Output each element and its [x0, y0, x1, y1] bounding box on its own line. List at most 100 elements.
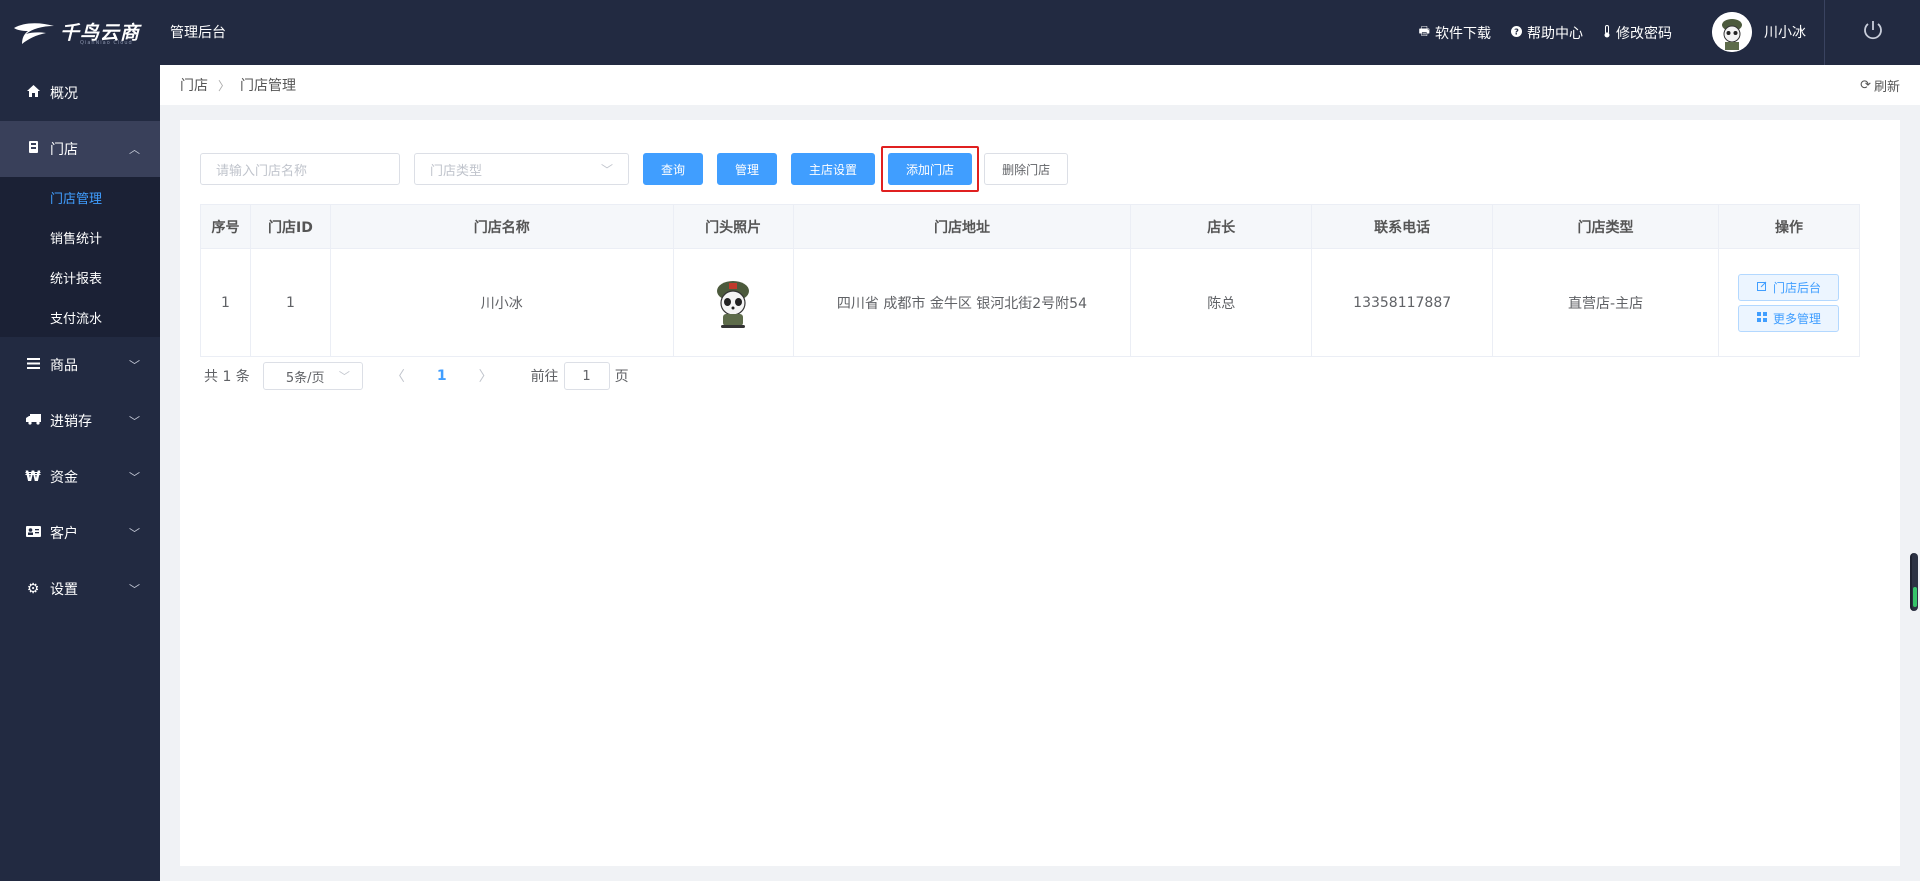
refresh-icon: ⟳	[1860, 78, 1871, 93]
toolbar: 请输入门店名称 门店类型 ﹀ 查询 管理 主店设置 添加门店 删除门店	[200, 146, 1069, 192]
refresh-button[interactable]: ⟳ 刷新	[1860, 76, 1900, 95]
store-table: 序号 门店ID 门店名称 门头照片 门店地址 店长 联系电话 门店类型 操作 1…	[200, 204, 1861, 357]
goto-page-input[interactable]: 1	[563, 362, 610, 390]
goto-prefix: 前往	[530, 369, 559, 385]
chevron-down-icon: ﹀	[338, 370, 350, 383]
id-card-icon	[24, 525, 42, 541]
sidebar-item-overview[interactable]: 概况	[0, 65, 160, 121]
prev-page-button[interactable]: 〈	[391, 366, 405, 386]
store-icon	[24, 140, 42, 158]
top-header: 千鸟云商 QianNiao Cloud 管理后台 🖶 软件下载 ? 帮助中心 修…	[0, 0, 1920, 65]
change-password-link[interactable]: 修改密码	[1603, 22, 1672, 43]
col-actions: 操作	[1717, 204, 1861, 249]
store-photo	[717, 280, 750, 328]
refresh-label: 刷新	[1873, 80, 1900, 95]
search-placeholder: 请输入门店名称	[216, 163, 308, 179]
user-name: 川小冰	[1764, 25, 1806, 41]
sidebar-item-funds[interactable]: ₩ 资金 ﹀	[0, 449, 160, 505]
sidebar-item-customers[interactable]: 客户 ﹀	[0, 505, 160, 561]
cell-store-id: 1	[249, 248, 331, 357]
breadcrumb: 门店 〉 门店管理 ⟳ 刷新	[160, 65, 1920, 105]
highlight-box: 添加门店	[881, 146, 980, 192]
grid-icon	[1756, 311, 1767, 325]
main-panel: 请输入门店名称 门店类型 ﹀ 查询 管理 主店设置 添加门店 删除门店 序号 门…	[180, 120, 1900, 866]
query-button[interactable]: 查询	[643, 153, 704, 185]
user-menu[interactable]: 川小冰	[1712, 12, 1806, 52]
avatar	[1712, 12, 1752, 52]
cell-store-photo	[672, 248, 794, 357]
help-center-label: 帮助中心	[1527, 25, 1583, 42]
main-store-settings-button[interactable]: 主店设置	[791, 153, 876, 185]
cell-manager: 陈总	[1130, 248, 1313, 357]
chevron-down-icon: ﹀	[129, 527, 140, 540]
store-submenu: 门店管理 销售统计 统计报表 支付流水	[0, 177, 160, 337]
col-store-id: 门店ID	[249, 204, 331, 249]
sidebar-item-settings[interactable]: ⚙ 设置 ﹀	[0, 561, 160, 617]
manage-button[interactable]: 管理	[717, 153, 778, 185]
chevron-right-icon: 〉	[478, 369, 493, 385]
brand-subtitle: QianNiao Cloud	[80, 40, 133, 46]
add-store-button[interactable]: 添加门店	[888, 153, 973, 185]
table-header-row: 序号 门店ID 门店名称 门头照片 门店地址 店长 联系电话 门店类型 操作	[200, 204, 1861, 249]
page-size-select[interactable]: 5条/页 ﹀	[262, 362, 363, 390]
chevron-down-icon: ﹀	[600, 162, 613, 177]
header-title: 管理后台	[170, 25, 226, 41]
col-store-photo: 门头照片	[672, 204, 794, 249]
sidebar-subitem-store-management[interactable]: 门店管理	[0, 177, 160, 217]
sidebar-item-store[interactable]: 门店 ︿	[0, 121, 160, 177]
logout-button[interactable]	[1824, 0, 1920, 65]
cell-index: 1	[200, 248, 251, 357]
page-number-current[interactable]: 1	[437, 368, 447, 384]
power-icon	[1862, 19, 1884, 47]
chevron-down-icon: ﹀	[129, 415, 140, 428]
sidebar-subitem-payment-flow[interactable]: 支付流水	[0, 297, 160, 337]
store-backend-label: 门店后台	[1772, 280, 1821, 295]
chevron-down-icon: ﹀	[129, 583, 140, 596]
edit-icon	[1756, 280, 1767, 294]
printer-icon: 🖶	[1418, 24, 1430, 38]
sidebar-item-goods[interactable]: 商品 ﹀	[0, 337, 160, 393]
more-management-label: 更多管理	[1772, 311, 1821, 326]
thermometer-icon	[1603, 24, 1611, 41]
col-index: 序号	[200, 204, 251, 249]
delete-store-button[interactable]: 删除门店	[984, 153, 1069, 185]
sidebar-subitem-reports[interactable]: 统计报表	[0, 257, 160, 297]
page-size-value: 5条/页	[285, 370, 325, 386]
cell-store-type: 直营店-主店	[1492, 248, 1719, 357]
chevron-down-icon: ﹀	[129, 471, 140, 484]
change-password-label: 修改密码	[1616, 25, 1672, 42]
breadcrumb-store-management: 门店管理	[240, 78, 297, 94]
sidebar-subitem-sales-stats[interactable]: 销售统计	[0, 217, 160, 257]
sidebar-item-label: 门店	[50, 142, 78, 158]
store-name-search-input[interactable]: 请输入门店名称	[200, 153, 400, 185]
cell-actions: 门店后台 更多管理	[1717, 248, 1861, 357]
store-type-select[interactable]: 门店类型 ﹀	[414, 153, 629, 185]
col-store-address: 门店地址	[792, 204, 1132, 249]
sidebar-item-label: 商品	[50, 358, 78, 374]
truck-icon	[24, 413, 42, 429]
store-backend-button[interactable]: 门店后台	[1738, 273, 1840, 301]
col-phone: 联系电话	[1311, 204, 1494, 249]
won-icon: ₩	[25, 469, 41, 485]
svg-text:?: ?	[1514, 26, 1519, 36]
more-management-button[interactable]: 更多管理	[1738, 304, 1840, 332]
next-page-button[interactable]: 〉	[479, 366, 493, 386]
type-placeholder: 门店类型	[430, 163, 483, 179]
pagination: 共 1 条 5条/页 ﹀ 〈 1 〉 前往 1 页	[204, 362, 629, 390]
breadcrumb-store[interactable]: 门店	[180, 75, 208, 95]
chevron-left-icon: 〈	[390, 369, 405, 385]
sidebar-item-label: 进销存	[50, 414, 92, 430]
sidebar: 概况 门店 ︿ 门店管理 销售统计 统计报表 支付流水 商品 ﹀ 进销存 ﹀ ₩…	[0, 65, 160, 881]
pagination-total: 共 1 条	[204, 369, 250, 385]
col-store-type: 门店类型	[1492, 204, 1719, 249]
brand-logo[interactable]: 千鸟云商 QianNiao Cloud	[12, 18, 162, 48]
help-center-link[interactable]: ? 帮助中心	[1511, 22, 1583, 43]
list-icon	[24, 357, 42, 373]
cell-store-name: 川小冰	[329, 248, 674, 357]
col-store-name: 门店名称	[329, 204, 674, 249]
chevron-up-icon: ︿	[129, 143, 140, 156]
software-download-link[interactable]: 🖶 软件下载	[1419, 22, 1491, 43]
sidebar-item-inventory[interactable]: 进销存 ﹀	[0, 393, 160, 449]
home-icon	[24, 84, 42, 102]
scrollbar-thumb[interactable]	[1910, 553, 1918, 611]
